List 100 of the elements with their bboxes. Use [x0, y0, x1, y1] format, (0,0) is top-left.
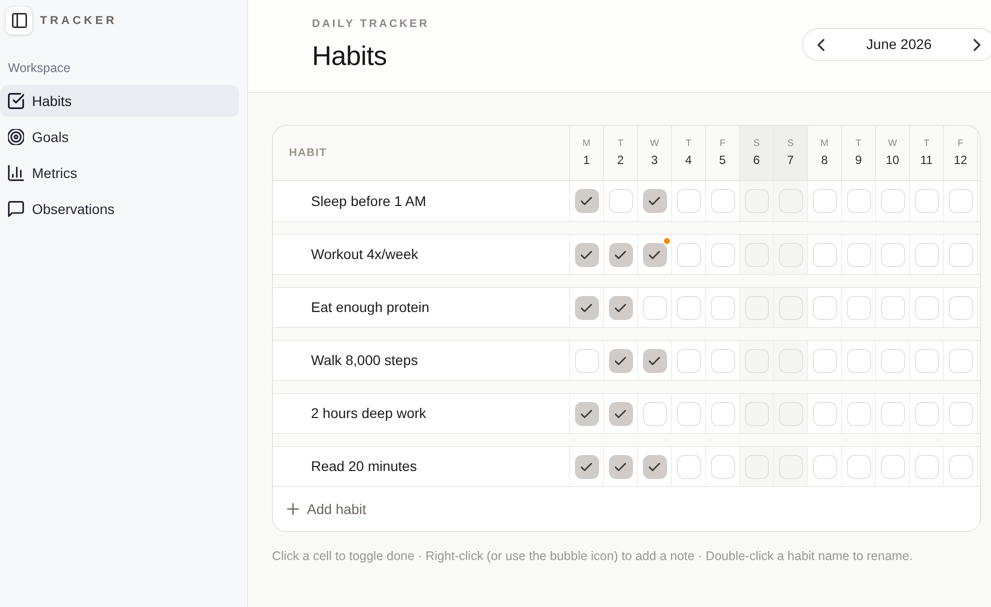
- bar-chart-icon: [8, 165, 24, 181]
- day-checkbox[interactable]: [642, 402, 666, 426]
- day-checkbox[interactable]: [914, 348, 938, 372]
- day-checkbox[interactable]: [812, 296, 836, 320]
- date-label: 6: [753, 152, 760, 168]
- day-checkbox[interactable]: [948, 348, 972, 372]
- habit-name[interactable]: Workout 4x/week: [311, 244, 418, 265]
- nav-item[interactable]: Metrics: [0, 157, 239, 189]
- day-checkbox[interactable]: [744, 242, 768, 266]
- day-checkbox[interactable]: [642, 454, 666, 478]
- day-checkbox[interactable]: [676, 296, 700, 320]
- date-label: 5: [719, 152, 726, 168]
- day-checkbox[interactable]: [744, 402, 768, 426]
- day-checkbox[interactable]: [880, 242, 904, 266]
- day-checkbox[interactable]: [642, 189, 666, 213]
- day-checkbox[interactable]: [914, 189, 938, 213]
- app-brand: TRACKER: [40, 14, 118, 28]
- day-checkbox[interactable]: [676, 189, 700, 213]
- day-checkbox[interactable]: [914, 454, 938, 478]
- day-checkbox[interactable]: [880, 348, 904, 372]
- day-checkbox[interactable]: [778, 454, 802, 478]
- day-checkbox[interactable]: [948, 189, 972, 213]
- check-icon: [615, 462, 626, 470]
- day-checkbox[interactable]: [676, 402, 700, 426]
- check-icon: [615, 304, 626, 312]
- day-checkbox[interactable]: [812, 242, 836, 266]
- day-checkbox[interactable]: [574, 402, 598, 426]
- day-checkbox[interactable]: [948, 402, 972, 426]
- day-checkbox[interactable]: [608, 454, 632, 478]
- habit-name[interactable]: Eat enough protein: [311, 297, 430, 318]
- day-checkbox[interactable]: [608, 189, 632, 213]
- day-checkbox[interactable]: [710, 189, 734, 213]
- day-checkbox[interactable]: [846, 454, 870, 478]
- day-checkbox[interactable]: [710, 402, 734, 426]
- day-checkbox[interactable]: [710, 296, 734, 320]
- day-checkbox[interactable]: [846, 296, 870, 320]
- day-checkbox[interactable]: [574, 296, 598, 320]
- day-checkbox[interactable]: [914, 296, 938, 320]
- month-label: June 2026: [866, 35, 932, 54]
- habit-name[interactable]: Sleep before 1 AM: [311, 190, 426, 212]
- day-checkbox[interactable]: [642, 296, 666, 320]
- day-checkbox[interactable]: [778, 348, 802, 372]
- day-checkbox[interactable]: [676, 242, 700, 266]
- date-label: 1: [583, 152, 590, 168]
- column-header: HABIT: [289, 146, 328, 161]
- day-checkbox[interactable]: [880, 189, 904, 213]
- habit-name[interactable]: Walk 8,000 steps: [311, 350, 418, 371]
- day-checkbox[interactable]: [778, 242, 802, 266]
- day-checkbox[interactable]: [608, 242, 632, 266]
- day-checkbox[interactable]: [642, 348, 666, 372]
- day-checkbox[interactable]: [778, 296, 802, 320]
- day-checkbox[interactable]: [948, 454, 972, 478]
- day-checkbox[interactable]: [880, 402, 904, 426]
- day-checkbox[interactable]: [812, 348, 836, 372]
- day-checkbox[interactable]: [608, 402, 632, 426]
- day-checkbox[interactable]: [744, 296, 768, 320]
- day-checkbox[interactable]: [812, 454, 836, 478]
- day-checkbox[interactable]: [880, 454, 904, 478]
- next-month-button[interactable]: [971, 38, 983, 52]
- day-checkbox[interactable]: [642, 242, 666, 266]
- day-checkbox[interactable]: [948, 242, 972, 266]
- day-checkbox[interactable]: [744, 454, 768, 478]
- day-checkbox[interactable]: [676, 348, 700, 372]
- day-checkbox[interactable]: [812, 189, 836, 213]
- weekday-label: T: [856, 138, 862, 150]
- habit-name[interactable]: Read 20 minutes: [311, 456, 417, 477]
- day-checkbox[interactable]: [880, 296, 904, 320]
- day-checkbox[interactable]: [914, 402, 938, 426]
- habit-name[interactable]: 2 hours deep work: [311, 403, 426, 424]
- day-checkbox[interactable]: [948, 296, 972, 320]
- day-checkbox[interactable]: [574, 348, 598, 372]
- day-checkbox[interactable]: [608, 348, 632, 372]
- weekday-label: T: [924, 138, 930, 150]
- nav-item[interactable]: Goals: [0, 121, 239, 153]
- day-checkbox[interactable]: [914, 242, 938, 266]
- day-checkbox[interactable]: [744, 348, 768, 372]
- nav-item[interactable]: Habits: [0, 85, 239, 117]
- day-checkbox[interactable]: [778, 402, 802, 426]
- day-checkbox[interactable]: [574, 454, 598, 478]
- day-checkbox[interactable]: [846, 242, 870, 266]
- chevron-right-icon: [973, 38, 981, 50]
- day-checkbox[interactable]: [778, 189, 802, 213]
- previous-month-button[interactable]: [815, 38, 827, 52]
- day-checkbox[interactable]: [846, 348, 870, 372]
- weekday-label: W: [888, 138, 897, 150]
- day-checkbox[interactable]: [574, 242, 598, 266]
- nav-item[interactable]: Observations: [0, 193, 239, 225]
- day-checkbox[interactable]: [846, 402, 870, 426]
- day-checkbox[interactable]: [812, 402, 836, 426]
- day-checkbox[interactable]: [676, 454, 700, 478]
- day-checkbox[interactable]: [710, 454, 734, 478]
- day-checkbox[interactable]: [710, 242, 734, 266]
- day-checkbox[interactable]: [608, 296, 632, 320]
- day-checkbox[interactable]: [710, 348, 734, 372]
- day-checkbox[interactable]: [744, 189, 768, 213]
- day-checkbox[interactable]: [574, 189, 598, 213]
- sidebar-toggle-button[interactable]: [5, 6, 33, 35]
- add-habit-button[interactable]: Add habit: [273, 487, 980, 531]
- day-checkbox[interactable]: [846, 189, 870, 213]
- date-label: 4: [685, 152, 692, 168]
